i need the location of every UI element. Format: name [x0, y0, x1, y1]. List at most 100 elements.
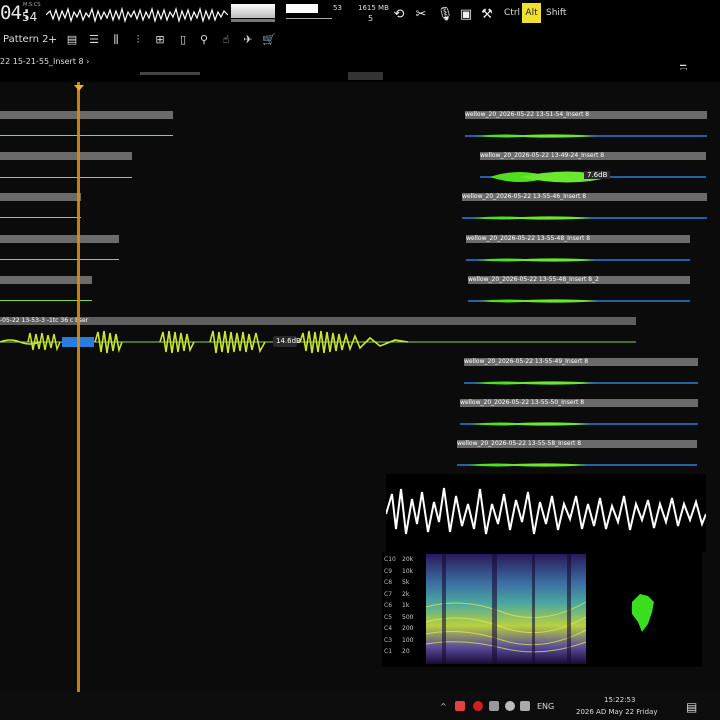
- note-label: C7: [384, 590, 393, 598]
- pen-icon[interactable]: [489, 701, 499, 711]
- master-volume-slider[interactable]: [231, 4, 275, 18]
- clip-label: wellow_20_2026-05-22 13-51-54_Insert 8: [465, 111, 590, 118]
- clip-label: wellow_20_2026-05-22 13-55-58_Insert 8: [457, 440, 582, 447]
- save-icon[interactable]: ▣: [457, 6, 475, 24]
- clip-waveform: [465, 134, 707, 138]
- freq-label: 20: [402, 648, 410, 655]
- clip-gain-badge: 7.6dB: [584, 171, 611, 179]
- browser-icon[interactable]: ⊞: [153, 33, 167, 47]
- clock-time[interactable]: 15:22:53: [604, 696, 635, 704]
- pattern-selector[interactable]: Pattern 2: [3, 34, 49, 45]
- clip-header[interactable]: wellow_20_2026-05-22 13-55-46_Insert 8: [462, 193, 707, 201]
- freq-label: 100: [402, 636, 414, 644]
- clip-waveform: [462, 216, 707, 220]
- clip-header[interactable]: wellow_20_2026-05-22 13-55-48_Insert 8: [466, 235, 690, 243]
- clip-header[interactable]: wellow_20_2026-05-22 13-55-49_Insert 8: [464, 358, 698, 366]
- remote-icon[interactable]: ✈: [241, 33, 255, 47]
- plugin-picker-icon[interactable]: ⚲: [197, 33, 211, 47]
- freq-label: 20k: [402, 556, 414, 563]
- chrome-icon[interactable]: [455, 701, 465, 711]
- clip-header[interactable]: wellow_20_2026-05-22 13-51-54_Insert 8: [465, 111, 707, 119]
- speaker-icon[interactable]: [520, 701, 530, 711]
- note-label: C8: [384, 579, 393, 586]
- shift-key-indicator[interactable]: Shift: [546, 8, 566, 18]
- clip-label: wellow_20_2026-05-22 13-55-48_Insert 8: [466, 235, 591, 242]
- oscilloscope-waveform: [385, 487, 707, 535]
- title-arrow-icon[interactable]: ›: [86, 57, 89, 66]
- record-icon[interactable]: [473, 701, 483, 711]
- window-title-text: 22 15-21-55_Insert 8: [0, 57, 84, 66]
- ctrl-key-indicator[interactable]: Ctrl: [504, 8, 520, 18]
- polyphony-meter: 5: [368, 14, 374, 23]
- freq-label: 5k: [402, 579, 410, 586]
- note-label: C4: [384, 625, 393, 632]
- channel-rack-icon[interactable]: ☰: [87, 33, 101, 47]
- clip-header[interactable]: wellow_20_2026-05-22 13-55-50_Insert 8: [460, 399, 698, 407]
- clip-label: wellow_20_2026-05-22 13-55-49_Insert 8: [464, 358, 589, 365]
- notification-icon[interactable]: ▤: [686, 700, 697, 714]
- memory-meter: 1615 MB: [358, 4, 389, 12]
- clip-header[interactable]: wellow_20_2026-05-22 13-49-24_Insert 8: [480, 152, 706, 160]
- ruler-selection: [348, 72, 383, 80]
- clip-waveform: [466, 258, 690, 262]
- playlist-title-bar: [0, 55, 720, 69]
- song-position-marker[interactable]: [74, 85, 84, 91]
- clock-date[interactable]: 2026 AD May 22 Friday: [576, 708, 658, 716]
- scissors-icon[interactable]: ✂: [412, 6, 430, 24]
- alt-key-indicator[interactable]: Alt: [522, 3, 541, 23]
- plugin-icon[interactable]: ▯: [176, 33, 190, 47]
- spectrogram-panel: [382, 552, 702, 667]
- touch-icon[interactable]: ☝: [219, 33, 233, 47]
- master-pitch-slider[interactable]: [286, 4, 318, 13]
- secondary-toolbar: [0, 30, 720, 52]
- note-label: C1: [384, 648, 393, 655]
- clip-header[interactable]: [0, 235, 119, 243]
- undo-icon[interactable]: ⟲: [390, 6, 408, 24]
- playlist-window-title: 22 15-21-55_Insert 8 ›: [0, 57, 89, 66]
- clip-header[interactable]: [0, 152, 132, 160]
- clip-label: wellow_20_2026-05-22 13-55-48_Insert 8_2: [468, 276, 599, 283]
- clip-waveform: [464, 381, 698, 385]
- note-label: C9: [384, 567, 393, 575]
- note-label: C10: [384, 556, 396, 563]
- clip-waveform: [468, 299, 690, 303]
- playlist-icon[interactable]: ⫶: [131, 33, 145, 47]
- clip-header[interactable]: wellow_20_2026-05-22 13-55-58_Insert 8: [457, 440, 697, 448]
- note-label: C6: [384, 602, 393, 609]
- tray-expand-icon[interactable]: ^: [440, 702, 447, 711]
- wrench-icon[interactable]: ⚒: [478, 6, 496, 24]
- clip-waveform: [0, 135, 173, 136]
- add-pattern-button[interactable]: +: [48, 33, 57, 46]
- freq-label: 10k: [402, 567, 414, 575]
- clip-waveform: [0, 177, 132, 178]
- wifi-icon[interactable]: [505, 701, 515, 711]
- cart-icon[interactable]: 🛒: [262, 33, 276, 47]
- clip-label: wellow_20_2026-05-22 13-55-50_Insert 8: [460, 399, 585, 406]
- input-language[interactable]: ENG: [537, 702, 554, 711]
- freq-label: 1k: [402, 602, 410, 609]
- playhead[interactable]: [77, 82, 80, 692]
- clip-label: wellow_20_2026-05-22 13-55-46_Insert 8: [462, 193, 587, 200]
- clip-waveform: [0, 259, 119, 260]
- piano-roll-icon[interactable]: ⫼: [109, 33, 123, 47]
- clip-waveform: [460, 422, 698, 426]
- long-clip-label: -05-22 13-53-3 -1tc 36 c bser: [0, 317, 89, 324]
- pitch-line: [286, 18, 332, 19]
- spectrogram-image: [425, 554, 654, 664]
- oscilloscope-panel: [385, 474, 707, 552]
- freq-label: 200: [402, 625, 414, 632]
- master-pitch-track[interactable]: [231, 19, 275, 22]
- time-format-label: M:S:CS: [23, 2, 41, 8]
- freq-label: 2k: [402, 590, 410, 598]
- clip-header[interactable]: wellow_20_2026-05-22 13-55-48_Insert 8_2: [468, 276, 690, 284]
- clip-header[interactable]: [0, 193, 81, 201]
- song-time-seconds[interactable]: 54: [22, 10, 37, 24]
- long-clip-header[interactable]: -05-22 13-53-3 -1tc 36 c bser: [0, 317, 636, 325]
- freq-label: 500: [402, 613, 414, 621]
- mixer-icon[interactable]: ▤: [65, 33, 79, 47]
- note-label: C3: [384, 636, 393, 644]
- mic-icon[interactable]: 🎙: [436, 6, 454, 24]
- clip-header[interactable]: [0, 111, 173, 119]
- master-oscilloscope: [46, 6, 228, 24]
- note-label: C5: [384, 613, 393, 621]
